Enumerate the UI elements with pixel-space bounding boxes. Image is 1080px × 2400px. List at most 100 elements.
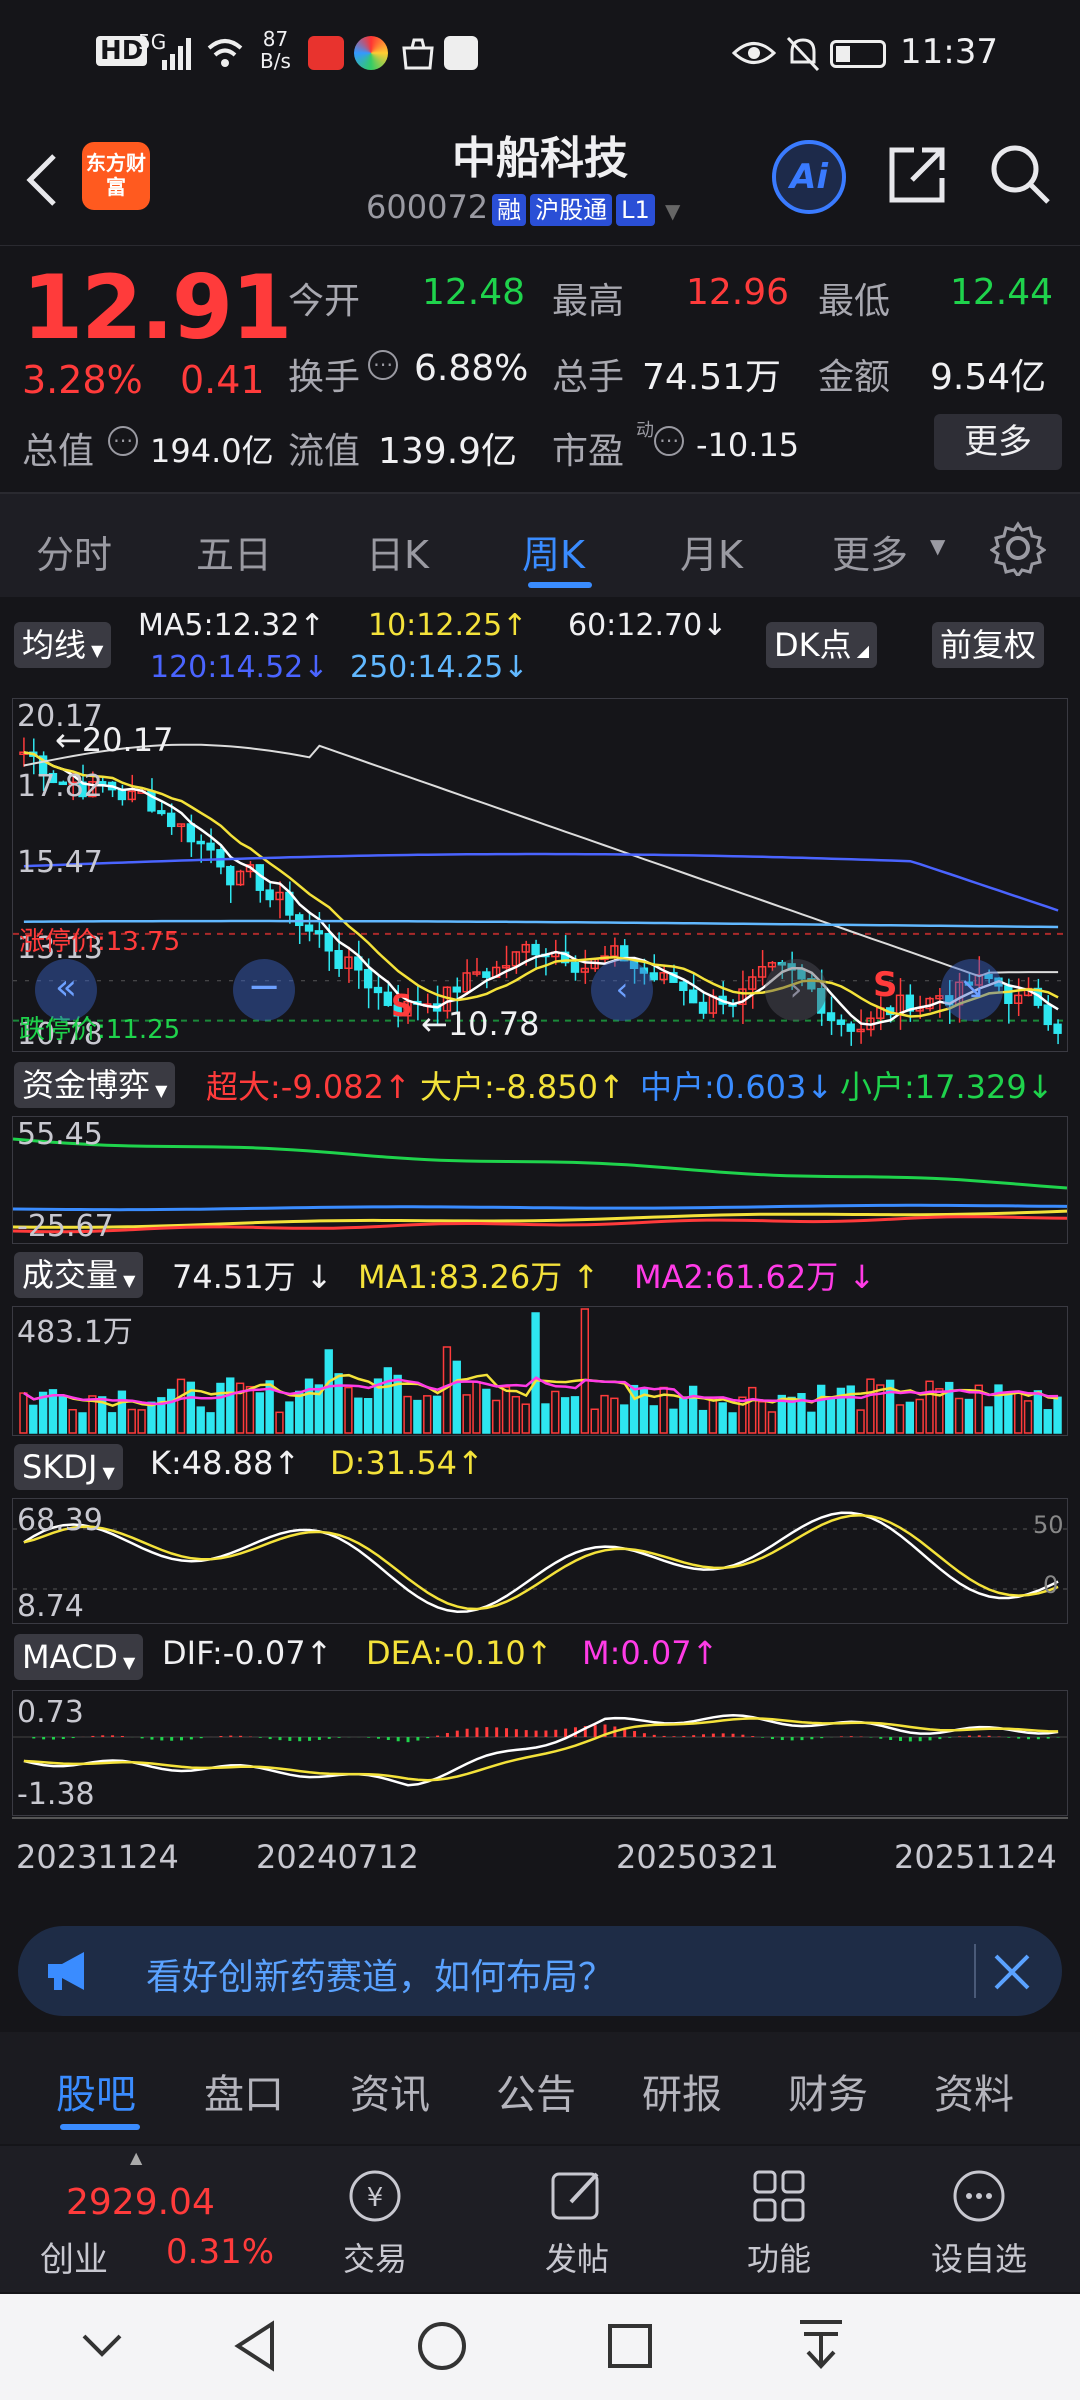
close-icon[interactable] bbox=[992, 1952, 1032, 1992]
settings-gear-icon[interactable] bbox=[990, 520, 1046, 576]
last-price: 12.91 bbox=[22, 256, 292, 359]
volume-bar bbox=[423, 1395, 432, 1434]
add-favorite-button[interactable]: 设自选 bbox=[914, 2166, 1044, 2280]
volume-bar bbox=[856, 1409, 865, 1434]
turnover-label: 换手 bbox=[288, 357, 361, 398]
adjust-button[interactable]: 前复权 bbox=[932, 622, 1045, 668]
fund-y-bottom: -25.67 bbox=[17, 1209, 114, 1244]
volume-bar bbox=[275, 1411, 284, 1434]
volume-bar bbox=[1004, 1392, 1013, 1434]
tab-daily-k[interactable]: 日K bbox=[366, 524, 429, 579]
banner-divider bbox=[974, 1944, 976, 1998]
fund-panel[interactable]: 55.45 -25.67 bbox=[12, 1116, 1068, 1244]
tab-more[interactable]: 更多 bbox=[832, 524, 908, 579]
scroll-left-fast-icon[interactable]: « bbox=[35, 959, 97, 1021]
tab-more-dropdown-icon[interactable]: ▼ bbox=[930, 534, 945, 558]
tab-news[interactable]: 资讯 bbox=[350, 2062, 430, 2120]
news-banner[interactable]: 看好创新药赛道，如何布局？ bbox=[18, 1926, 1062, 2016]
ma-selector[interactable]: 均线 ▼ bbox=[14, 622, 112, 668]
volume-bar bbox=[245, 1385, 255, 1434]
net-speed-value: 87 bbox=[262, 27, 289, 51]
volume-panel[interactable]: 483.1万 bbox=[12, 1306, 1068, 1436]
zoom-out-icon[interactable]: − bbox=[233, 959, 295, 1021]
share-icon[interactable] bbox=[886, 142, 948, 206]
ai-icon[interactable]: Ai bbox=[772, 140, 846, 214]
candle-body bbox=[846, 1023, 855, 1032]
volume-bar bbox=[452, 1360, 461, 1434]
tab-active-indicator bbox=[528, 582, 592, 588]
volume-bar bbox=[570, 1396, 580, 1434]
scroll-left-icon[interactable]: ‹ bbox=[591, 959, 653, 1021]
nav-back-icon[interactable] bbox=[232, 2320, 278, 2372]
nav-download-icon[interactable] bbox=[796, 2318, 846, 2372]
sell-signal: S bbox=[873, 965, 898, 1005]
macd-selector-label: MACD bbox=[22, 1638, 118, 1676]
post-label: 发帖 bbox=[544, 2240, 609, 2278]
tab-intraday[interactable]: 分时 bbox=[36, 524, 112, 579]
candle-body bbox=[166, 812, 176, 828]
function-button[interactable]: 功能 bbox=[714, 2166, 844, 2280]
kline-panel[interactable]: 20.17 17.82 15.47 13.13 10.78 ←20.17 ←10… bbox=[12, 698, 1068, 1052]
volume-selector[interactable]: 成交量 ▼ bbox=[14, 1252, 144, 1298]
date-label-1: 20231124 bbox=[16, 1838, 179, 1876]
post-button[interactable]: 发帖 bbox=[512, 2166, 642, 2280]
skdj-panel[interactable]: 68.39 8.74 50 0 bbox=[12, 1498, 1068, 1624]
kline-chart-area[interactable]: 均线 ▼ MA5:12.32↑ 10:12.25↑ 60:12.70↓ 120:… bbox=[0, 598, 1080, 1908]
tab-research[interactable]: 研报 bbox=[642, 2062, 722, 2120]
candle-body bbox=[649, 972, 658, 981]
fund-y-top: 55.45 bbox=[17, 1117, 103, 1152]
mktcap-info-icon[interactable]: ⋯ bbox=[108, 426, 138, 456]
skdj-selector-label: SKDJ bbox=[22, 1448, 98, 1486]
tab-five-day[interactable]: 五日 bbox=[196, 524, 272, 579]
macd-selector[interactable]: MACD ▼ bbox=[14, 1634, 144, 1680]
nav-recents-icon[interactable] bbox=[606, 2322, 654, 2370]
volume-bar bbox=[196, 1406, 205, 1434]
level1-tag[interactable]: L1 bbox=[616, 194, 655, 226]
trade-icon: ¥ bbox=[349, 2170, 401, 2222]
signal-icon bbox=[162, 38, 191, 70]
nav-collapse-icon[interactable] bbox=[80, 2330, 124, 2360]
info-tabs: 股吧 盘口 资讯 公告 研报 财务 资料 bbox=[0, 2032, 1080, 2144]
volume-bar bbox=[413, 1399, 422, 1434]
tab-pankou[interactable]: 盘口 bbox=[204, 2062, 284, 2120]
volume-ma2: MA2:61.62万 ↓ bbox=[634, 1258, 876, 1296]
more-button[interactable]: 更多 bbox=[934, 414, 1062, 470]
fund-selector[interactable]: 资金博弈 ▼ bbox=[14, 1062, 176, 1108]
tab-monthly-k[interactable]: 月K bbox=[680, 524, 743, 579]
volume-ma1: MA1:83.26万 ↑ bbox=[358, 1258, 600, 1296]
tab-announcements[interactable]: 公告 bbox=[496, 2062, 576, 2120]
turnover-info-icon[interactable]: ⋯ bbox=[368, 350, 398, 380]
banner-text[interactable]: 看好创新药赛道，如何布局？ bbox=[146, 1948, 614, 2000]
tab-profile[interactable]: 资料 bbox=[934, 2062, 1014, 2120]
margin-tag[interactable]: 融 bbox=[492, 194, 527, 226]
date-label-4: 20251124 bbox=[894, 1838, 1057, 1876]
skdj-selector[interactable]: SKDJ ▼ bbox=[14, 1444, 123, 1490]
pe-info-icon[interactable]: ⋯ bbox=[654, 426, 684, 456]
dk-point-button[interactable]: DK点 ◢ bbox=[766, 622, 878, 668]
candle-body bbox=[363, 969, 373, 989]
battery-level bbox=[836, 46, 850, 62]
scroll-end-icon[interactable]: ↘ bbox=[941, 959, 1003, 1021]
trade-button[interactable]: ¥ 交易 bbox=[310, 2166, 440, 2280]
tab-weekly-k[interactable]: 周K bbox=[522, 524, 585, 579]
nav-home-icon[interactable] bbox=[416, 2320, 468, 2372]
limit-down-price: 跌停价:11.25 bbox=[19, 1015, 181, 1045]
wifi-icon bbox=[207, 39, 243, 67]
tab-guba[interactable]: 股吧 bbox=[56, 2062, 136, 2120]
volume-bar bbox=[1053, 1396, 1062, 1434]
code-dropdown-icon[interactable]: ▼ bbox=[665, 199, 680, 223]
volume-bar bbox=[610, 1397, 619, 1434]
volume-bar bbox=[107, 1412, 117, 1434]
index-ticker[interactable]: ▲ 2929.04 创业 0.31% bbox=[0, 2146, 300, 2292]
scroll-right-icon[interactable]: › bbox=[765, 959, 827, 1021]
tab-finance[interactable]: 财务 bbox=[788, 2062, 868, 2120]
pe-label: 市盈 bbox=[552, 431, 625, 472]
volume-bar bbox=[403, 1395, 412, 1434]
skdj-y-bottom: 8.74 bbox=[17, 1589, 84, 1624]
svg-text:¥: ¥ bbox=[367, 2183, 384, 2213]
macd-panel[interactable]: 0.73 -1.38 bbox=[12, 1690, 1068, 1816]
volume-bar bbox=[29, 1404, 38, 1434]
search-icon[interactable] bbox=[988, 142, 1052, 206]
hgt-tag[interactable]: 沪股通 bbox=[530, 194, 613, 226]
candle-body bbox=[265, 889, 274, 901]
